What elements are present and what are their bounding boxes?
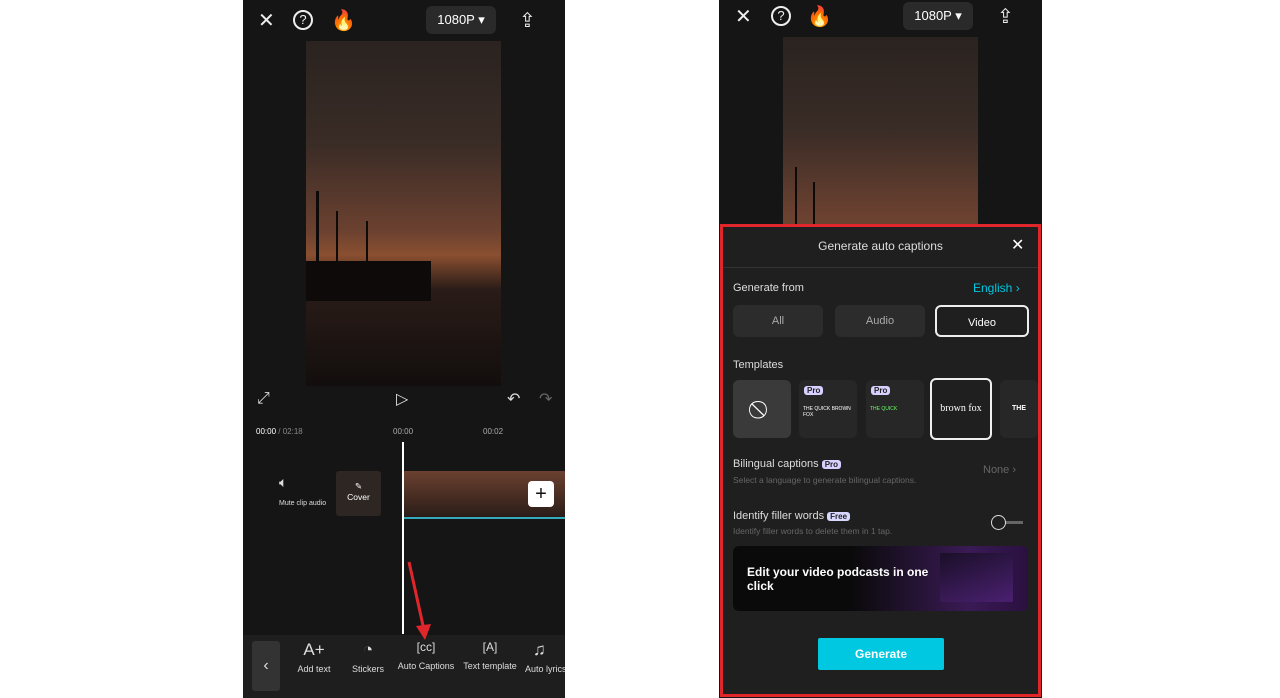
redo-icon[interactable]: ↷ [539, 389, 552, 409]
source-audio[interactable]: Audio [835, 305, 925, 337]
generate-from-label: Generate from [733, 282, 804, 294]
video-preview [306, 41, 501, 386]
auto-captions-panel: Generate auto captions ✕ Generate from E… [720, 224, 1041, 697]
current-time: 00:00 [256, 427, 277, 436]
fullscreen-icon[interactable]: ⤢ [257, 390, 270, 408]
auto-lyrics-button[interactable]: ♫ Auto lyrics [525, 640, 565, 674]
tick-label: 00:00 [393, 427, 414, 436]
help-icon[interactable]: ? [293, 10, 313, 30]
generate-button[interactable]: Generate [818, 638, 944, 670]
resolution-dropdown[interactable]: 1080P ▾ [903, 2, 973, 30]
bilingual-selector[interactable]: None › [983, 464, 1016, 476]
auto-captions-button[interactable]: [cc] Auto Captions [396, 640, 456, 671]
add-text-icon: A+ [303, 640, 325, 659]
divider [723, 267, 1038, 268]
panel-title: Generate auto captions [818, 239, 943, 253]
cover-button[interactable]: ✎ Cover [336, 471, 381, 516]
close-panel-button[interactable]: ✕ [1011, 235, 1024, 255]
add-text-button[interactable]: A+ Add text [284, 640, 344, 674]
filler-sub: Identify filler words to delete them in … [733, 526, 893, 536]
captions-icon: [cc] [416, 640, 436, 654]
resolution-dropdown[interactable]: 1080P ▾ [426, 6, 496, 34]
add-clip-button[interactable]: + [528, 481, 554, 507]
bilingual-sub: Select a language to generate bilingual … [733, 475, 917, 485]
sticker-icon: ◔ [362, 640, 374, 659]
export-icon[interactable]: ⇪ [997, 4, 1014, 29]
flame-icon[interactable]: 🔥 [331, 8, 356, 33]
language-selector[interactable]: English › [973, 281, 1020, 295]
text-template-icon: [A] [482, 640, 498, 654]
export-icon[interactable]: ⇪ [519, 8, 536, 33]
flame-icon[interactable]: 🔥 [807, 4, 832, 29]
red-arrow-annotation [407, 561, 431, 640]
filler-label: Identify filler words Free [733, 510, 851, 522]
edit-icon: ✎ [354, 481, 363, 491]
podcast-banner[interactable]: Edit your video podcasts in one click [733, 546, 1028, 611]
video-preview [783, 37, 978, 225]
undo-icon[interactable]: ↶ [507, 389, 520, 409]
lyrics-icon: ♫ [533, 640, 546, 659]
template-item[interactable]: Pro THE QUICK BROWN FOX [799, 380, 857, 438]
stickers-button[interactable]: ◔ Stickers [338, 640, 398, 674]
help-icon[interactable]: ? [771, 6, 791, 26]
banner-image [940, 553, 1013, 602]
back-button[interactable]: ‹ [252, 641, 280, 691]
chevron-right-icon: › [1015, 281, 1020, 295]
filler-toggle[interactable] [991, 515, 1025, 531]
source-video[interactable]: Video [935, 305, 1029, 337]
templates-label: Templates [733, 359, 784, 371]
tick-label: 00:02 [483, 427, 504, 436]
text-template-button[interactable]: [A] Text template [459, 640, 521, 671]
play-icon[interactable]: ▷ [396, 389, 408, 409]
close-icon[interactable]: ✕ [735, 4, 752, 29]
source-all[interactable]: All [733, 305, 823, 337]
template-item[interactable]: THE QU [1000, 380, 1038, 438]
track-line [403, 517, 565, 519]
template-item[interactable]: Pro THE QUICK [866, 380, 924, 438]
template-none[interactable]: ⃠ [733, 380, 791, 438]
editor-screen: ✕ ? 🔥 1080P ▾ ⇪ ⤢ ▷ ↶ ↷ 00:00 / 02:18 00… [243, 0, 565, 698]
bilingual-label: Bilingual captions Pro [733, 458, 842, 470]
mute-clip-audio-button[interactable]: Mute clip audio [279, 500, 326, 507]
close-icon[interactable]: ✕ [258, 8, 275, 33]
template-item-selected[interactable]: brown fox [930, 378, 992, 440]
total-time: / 02:18 [278, 427, 303, 436]
speaker-icon[interactable]: 🔈︎ [279, 474, 287, 491]
